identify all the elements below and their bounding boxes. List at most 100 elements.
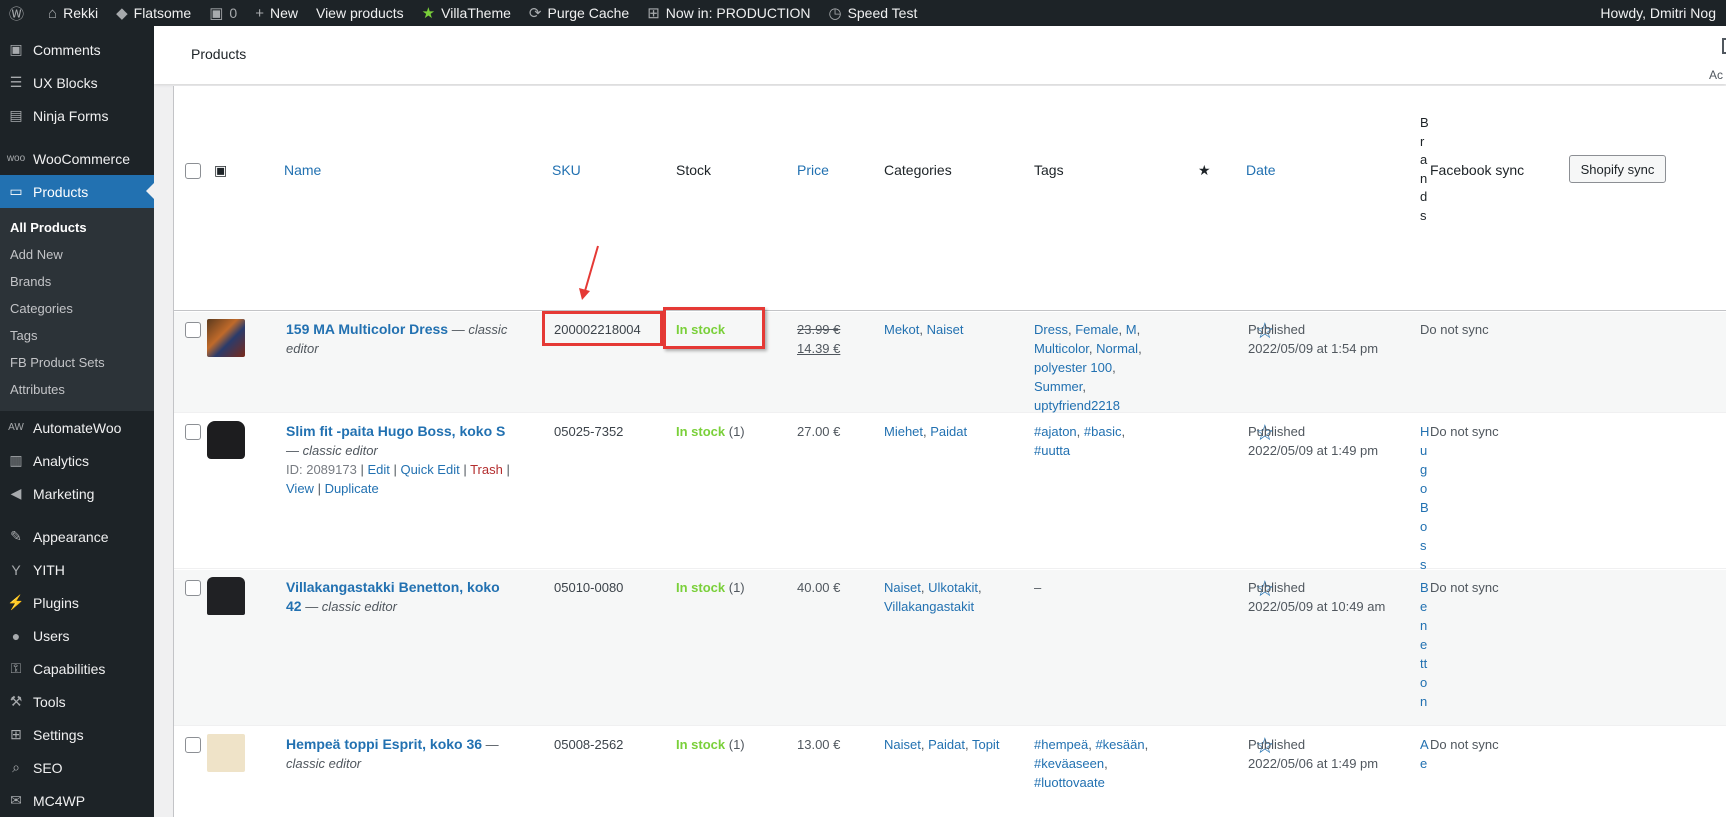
submenu-fb-product-sets[interactable]: FB Product Sets bbox=[0, 349, 154, 376]
submenu-all-products[interactable]: All Products bbox=[0, 214, 154, 241]
row-checkbox[interactable] bbox=[185, 322, 201, 338]
speed-test-item[interactable]: ◷ Speed Test bbox=[819, 0, 926, 26]
category-link[interactable]: Naiset bbox=[884, 580, 921, 595]
submenu-categories[interactable]: Categories bbox=[0, 295, 154, 322]
menu-seo[interactable]: ⌕ SEO bbox=[0, 751, 154, 784]
brand-link[interactable]: Hugo Boss bbox=[1420, 424, 1429, 572]
featured-star-icon[interactable]: ★ bbox=[1198, 162, 1211, 179]
column-price[interactable]: Price bbox=[797, 162, 829, 178]
trash-link[interactable]: Trash bbox=[470, 462, 503, 477]
menu-plugins[interactable]: ⚡ Plugins bbox=[0, 586, 154, 619]
edit-link[interactable]: Edit bbox=[367, 462, 389, 477]
tag-link[interactable]: uptyfriend2218 bbox=[1034, 398, 1120, 413]
tag-link[interactable]: Normal bbox=[1096, 341, 1138, 356]
category-link[interactable]: Paidat bbox=[930, 424, 967, 439]
tag-link[interactable]: Female bbox=[1075, 322, 1118, 337]
menu-woocommerce[interactable]: woo WooCommerce bbox=[0, 142, 154, 175]
row-checkbox[interactable] bbox=[185, 737, 201, 753]
menu-ninja-forms[interactable]: ▤ Ninja Forms bbox=[0, 99, 154, 132]
product-name-suffix: — classic editor bbox=[286, 443, 378, 458]
view-products-item[interactable]: View products bbox=[307, 0, 413, 26]
tag-link[interactable]: #ajaton bbox=[1034, 424, 1077, 439]
tag-link[interactable]: #hempeä bbox=[1034, 737, 1088, 752]
category-link[interactable]: Naiset bbox=[884, 737, 921, 752]
submenu-add-new[interactable]: Add New bbox=[0, 241, 154, 268]
category-link[interactable]: Ulkotakit bbox=[928, 580, 978, 595]
villatheme-item[interactable]: ★ VillaTheme bbox=[413, 0, 520, 26]
menu-products[interactable]: ▭ Products bbox=[0, 175, 154, 208]
menu-settings[interactable]: ⊞ Settings bbox=[0, 718, 154, 751]
row-checkbox[interactable] bbox=[185, 580, 201, 596]
column-name[interactable]: Name bbox=[284, 162, 321, 178]
menu-ux-blocks[interactable]: ☰ UX Blocks bbox=[0, 66, 154, 99]
tag-link[interactable]: #luottovaate bbox=[1034, 775, 1105, 790]
column-price-label[interactable]: Price bbox=[797, 162, 829, 178]
menu-capabilities[interactable]: ⚿ Capabilities bbox=[0, 652, 154, 685]
menu-label: Settings bbox=[33, 726, 84, 743]
tag-link[interactable]: M bbox=[1126, 322, 1137, 337]
menu-label: UX Blocks bbox=[33, 74, 98, 91]
column-date-label[interactable]: Date bbox=[1246, 162, 1276, 178]
category-link[interactable]: Topit bbox=[972, 737, 999, 752]
flatsome-item[interactable]: ◆ Flatsome bbox=[107, 0, 200, 26]
menu-marketing[interactable]: ◀ Marketing bbox=[0, 477, 154, 510]
quick-edit-link[interactable]: Quick Edit bbox=[400, 462, 459, 477]
submenu-tags[interactable]: Tags bbox=[0, 322, 154, 349]
menu-comments[interactable]: ▣ Comments bbox=[0, 33, 154, 66]
activity-icon[interactable] bbox=[1722, 38, 1726, 54]
stock-count: (1) bbox=[728, 737, 745, 752]
column-sku[interactable]: SKU bbox=[552, 162, 581, 178]
tag-link[interactable]: #basic bbox=[1084, 424, 1122, 439]
product-name-link[interactable]: Hempeä toppi Esprit, koko 36 bbox=[286, 736, 482, 752]
tag-link[interactable]: #keväaseen bbox=[1034, 756, 1104, 771]
menu-analytics[interactable]: ▥ Analytics bbox=[0, 444, 154, 477]
product-thumbnail[interactable] bbox=[207, 734, 245, 772]
product-name-link[interactable]: Slim fit -paita Hugo Boss, koko S bbox=[286, 423, 505, 439]
comments-item[interactable]: ▣ 0 bbox=[200, 0, 246, 26]
purge-cache-item[interactable]: ⟳ Purge Cache bbox=[520, 0, 638, 26]
menu-appearance[interactable]: ✎ Appearance bbox=[0, 520, 154, 553]
tag-link[interactable]: #uutta bbox=[1034, 443, 1070, 458]
product-thumbnail[interactable] bbox=[207, 577, 245, 615]
stock-count: (1) bbox=[728, 424, 745, 439]
column-sku-label[interactable]: SKU bbox=[552, 162, 581, 178]
category-link[interactable]: Mekot bbox=[884, 322, 919, 337]
site-name-item[interactable]: ⌂ Rekki bbox=[39, 0, 107, 26]
tag-link[interactable]: polyester 100 bbox=[1034, 360, 1112, 375]
menu-automatewoo[interactable]: AW AutomateWoo bbox=[0, 411, 154, 444]
row-checkbox[interactable] bbox=[185, 424, 201, 440]
duplicate-link[interactable]: Duplicate bbox=[325, 481, 379, 496]
category-link[interactable]: Villakangastakit bbox=[884, 599, 974, 614]
brand-link[interactable]: Ae bbox=[1420, 737, 1429, 771]
menu-yith[interactable]: Y YITH bbox=[0, 553, 154, 586]
account-item[interactable]: Howdy, Dmitri Nog bbox=[1591, 0, 1726, 26]
shopify-sync-button[interactable]: Shopify sync bbox=[1569, 155, 1666, 183]
product-thumbnail[interactable] bbox=[207, 421, 245, 459]
category-link[interactable]: Paidat bbox=[928, 737, 965, 752]
tag-link[interactable]: Dress bbox=[1034, 322, 1068, 337]
stock-highlight-box bbox=[663, 307, 765, 349]
product-thumbnail[interactable] bbox=[207, 319, 245, 357]
wordpress-logo-item[interactable]: Ⓦ bbox=[0, 0, 39, 26]
tag-link[interactable]: Multicolor bbox=[1034, 341, 1089, 356]
submenu-attributes[interactable]: Attributes bbox=[0, 376, 154, 403]
menu-tools[interactable]: ⚒ Tools bbox=[0, 685, 154, 718]
menu-users[interactable]: ● Users bbox=[0, 619, 154, 652]
select-all-checkbox[interactable] bbox=[185, 163, 201, 179]
activity-label[interactable]: Ac bbox=[1709, 68, 1723, 82]
new-item[interactable]: + New bbox=[246, 0, 307, 26]
category-link[interactable]: Miehet bbox=[884, 424, 923, 439]
ninja-forms-icon: ▤ bbox=[9, 107, 23, 123]
brand-link[interactable]: Benetton bbox=[1420, 580, 1429, 709]
tag-link[interactable]: Summer bbox=[1034, 379, 1082, 394]
menu-mc4wp[interactable]: ✉ MC4WP bbox=[0, 784, 154, 817]
menu-label: Ninja Forms bbox=[33, 107, 109, 124]
category-link[interactable]: Naiset bbox=[927, 322, 964, 337]
submenu-brands[interactable]: Brands bbox=[0, 268, 154, 295]
product-name-link[interactable]: 159 MA Multicolor Dress bbox=[286, 321, 448, 337]
column-name-label[interactable]: Name bbox=[284, 162, 321, 178]
tag-link[interactable]: #kesään bbox=[1095, 737, 1144, 752]
view-link[interactable]: View bbox=[286, 481, 314, 496]
environment-item[interactable]: ⊞ Now in: PRODUCTION bbox=[638, 0, 819, 26]
column-date[interactable]: Date bbox=[1246, 162, 1276, 178]
